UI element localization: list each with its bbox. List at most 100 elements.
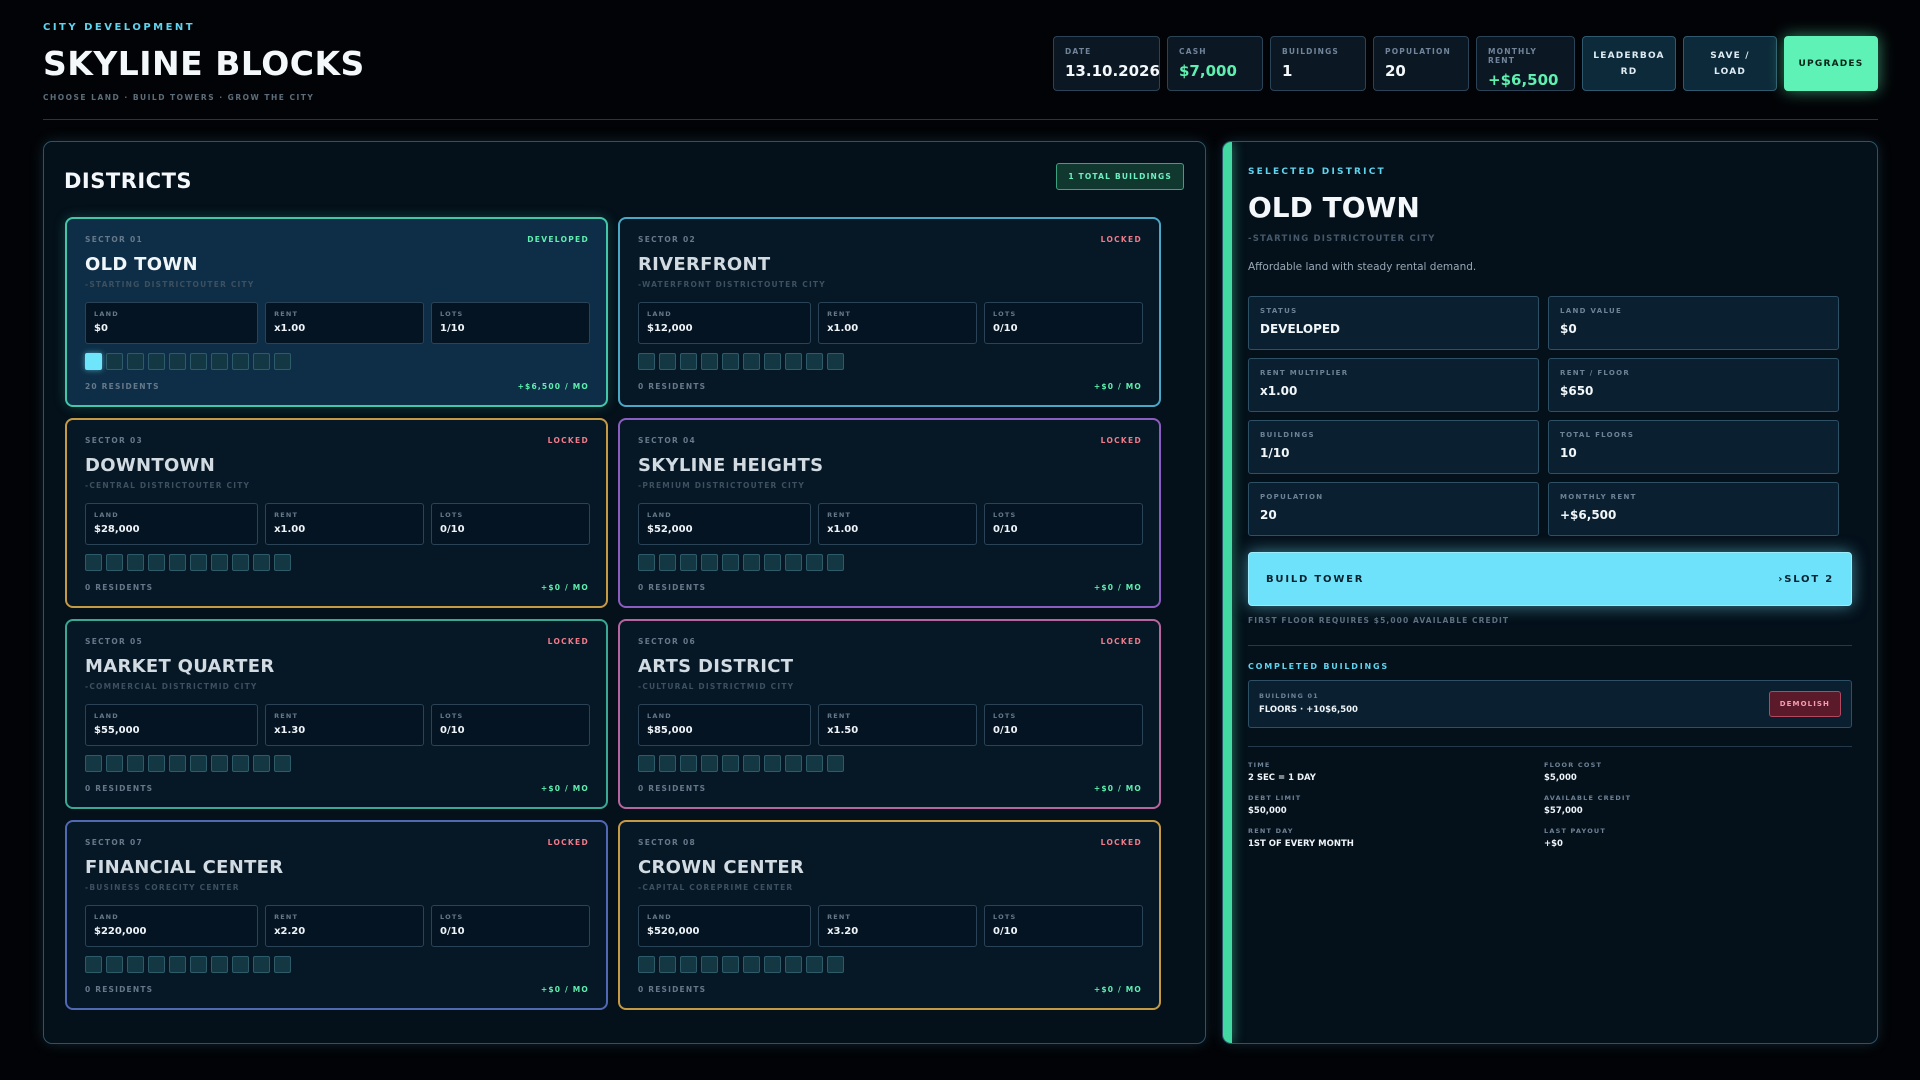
- lot-slot[interactable]: [274, 956, 291, 973]
- lot-slot[interactable]: [785, 755, 802, 772]
- lot-slot[interactable]: [232, 956, 249, 973]
- district-card[interactable]: SECTOR 04 LOCKED SKYLINE HEIGHTS -PREMIUM D…: [618, 418, 1161, 608]
- lot-slot[interactable]: [85, 755, 102, 772]
- lot-slot[interactable]: [785, 956, 802, 973]
- lot-slot[interactable]: [806, 956, 823, 973]
- lot-slot[interactable]: [659, 956, 676, 973]
- lot-slot[interactable]: [764, 353, 781, 370]
- lot-slot[interactable]: [701, 353, 718, 370]
- metric-label: LOTS: [440, 712, 464, 720]
- lot-slot[interactable]: [190, 554, 207, 571]
- lot-slot[interactable]: [659, 755, 676, 772]
- lot-slot[interactable]: [253, 956, 270, 973]
- lot-slot[interactable]: [722, 755, 739, 772]
- lot-slot[interactable]: [806, 554, 823, 571]
- lot-slot[interactable]: [827, 554, 844, 571]
- lot-slot[interactable]: [701, 554, 718, 571]
- lot-slot[interactable]: [274, 755, 291, 772]
- lot-slot[interactable]: [253, 353, 270, 370]
- district-card[interactable]: SECTOR 08 LOCKED CROWN CENTER -CAPITAL CORE…: [618, 820, 1161, 1010]
- lot-slot[interactable]: [722, 956, 739, 973]
- save-load-button[interactable]: SAVE / LOAD: [1683, 36, 1777, 91]
- lot-slot[interactable]: [680, 956, 697, 973]
- lot-slot[interactable]: [743, 353, 760, 370]
- lot-slot[interactable]: [659, 554, 676, 571]
- lot-slot[interactable]: [638, 353, 655, 370]
- lot-slot[interactable]: [274, 554, 291, 571]
- lot-slot[interactable]: [232, 353, 249, 370]
- lot-slot[interactable]: [211, 353, 228, 370]
- lot-slot[interactable]: [232, 554, 249, 571]
- lot-slot[interactable]: [232, 755, 249, 772]
- leaderboard-button[interactable]: LEADERBOARD: [1582, 36, 1676, 91]
- lot-slot[interactable]: [169, 554, 186, 571]
- district-card[interactable]: SECTOR 02 LOCKED RIVERFRONT -WATERFRONT DIS…: [618, 217, 1161, 407]
- lot-slot[interactable]: [680, 353, 697, 370]
- lot-slot[interactable]: [659, 353, 676, 370]
- detail-status: STATUS DEVELOPED: [1248, 296, 1539, 350]
- lot-slot[interactable]: [148, 956, 165, 973]
- lot-slot[interactable]: [127, 956, 144, 973]
- lot-slot[interactable]: [806, 353, 823, 370]
- lot-slot[interactable]: [169, 353, 186, 370]
- lot-slot[interactable]: [148, 554, 165, 571]
- lot-slot[interactable]: [190, 353, 207, 370]
- lot-slot[interactable]: [85, 554, 102, 571]
- lot-slot[interactable]: [680, 554, 697, 571]
- lot-slot[interactable]: [211, 956, 228, 973]
- lot-slot[interactable]: [253, 755, 270, 772]
- metric-value: 0/10: [440, 725, 465, 736]
- lot-slot[interactable]: [253, 554, 270, 571]
- lot-slot[interactable]: [764, 956, 781, 973]
- lot-slot[interactable]: [127, 554, 144, 571]
- metric-label: LAND: [94, 712, 119, 720]
- lot-slot[interactable]: [701, 956, 718, 973]
- lot-slot[interactable]: [722, 554, 739, 571]
- lot-slot[interactable]: [827, 353, 844, 370]
- lot-slot[interactable]: [190, 755, 207, 772]
- lot-slot[interactable]: [743, 554, 760, 571]
- lot-slot[interactable]: [148, 353, 165, 370]
- lot-slot[interactable]: [169, 755, 186, 772]
- lot-slot[interactable]: [743, 956, 760, 973]
- lot-slot[interactable]: [701, 755, 718, 772]
- lot-slot[interactable]: [680, 755, 697, 772]
- metric-value: 1/10: [440, 323, 465, 334]
- detail-label: LAND VALUE: [1560, 307, 1623, 315]
- lot-slot[interactable]: [722, 353, 739, 370]
- lot-slot[interactable]: [106, 755, 123, 772]
- build-tower-button[interactable]: BUILD TOWER ›SLOT 2: [1248, 552, 1852, 606]
- lot-slot[interactable]: [743, 755, 760, 772]
- metric-label: LOTS: [993, 712, 1017, 720]
- lot-slot[interactable]: [638, 956, 655, 973]
- lot-slot[interactable]: [127, 755, 144, 772]
- lot-slot[interactable]: [85, 956, 102, 973]
- lot-slot[interactable]: [211, 554, 228, 571]
- lot-slot[interactable]: [211, 755, 228, 772]
- lot-slot[interactable]: [638, 554, 655, 571]
- lot-slot[interactable]: [148, 755, 165, 772]
- lot-slot[interactable]: [806, 755, 823, 772]
- upgrades-button[interactable]: UPGRADES: [1784, 36, 1878, 91]
- lot-slot[interactable]: [827, 956, 844, 973]
- lot-slot[interactable]: [785, 554, 802, 571]
- lot-slot[interactable]: [785, 353, 802, 370]
- district-card[interactable]: SECTOR 03 LOCKED DOWNTOWN -CENTRAL DISTRICT…: [65, 418, 608, 608]
- lot-slot[interactable]: [827, 755, 844, 772]
- district-card[interactable]: SECTOR 06 LOCKED ARTS DISTRICT -CULTURAL DI…: [618, 619, 1161, 809]
- lot-slot[interactable]: [764, 755, 781, 772]
- lot-slot[interactable]: [169, 956, 186, 973]
- district-card[interactable]: SECTOR 07 LOCKED FINANCIAL CENTER -BUSINESS…: [65, 820, 608, 1010]
- district-card[interactable]: SECTOR 01 DEVELOPED OLD TOWN -STARTING DIST…: [65, 217, 608, 407]
- district-card[interactable]: SECTOR 05 LOCKED MARKET QUARTER -COMMERCIAL…: [65, 619, 608, 809]
- lot-slot[interactable]: [274, 353, 291, 370]
- lot-slot[interactable]: [85, 353, 102, 370]
- lot-slot[interactable]: [127, 353, 144, 370]
- lot-slot[interactable]: [764, 554, 781, 571]
- lot-slot[interactable]: [190, 956, 207, 973]
- lot-slot[interactable]: [106, 554, 123, 571]
- lot-slot[interactable]: [106, 956, 123, 973]
- lot-slot[interactable]: [106, 353, 123, 370]
- demolish-button[interactable]: DEMOLISH: [1768, 691, 1841, 717]
- lot-slot[interactable]: [638, 755, 655, 772]
